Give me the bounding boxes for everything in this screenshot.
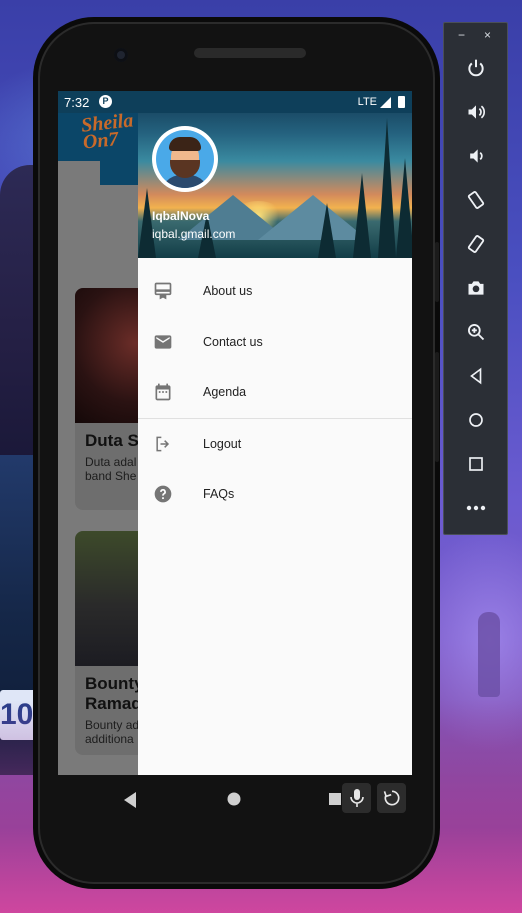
home-button[interactable] xyxy=(444,400,507,440)
earpiece-speaker xyxy=(194,48,306,58)
avatar-image xyxy=(156,130,214,188)
mic-button[interactable] xyxy=(342,783,371,813)
mic-icon xyxy=(349,789,364,807)
close-button[interactable]: × xyxy=(484,28,491,42)
phone-frame: 7:32 P LTE Sheila On7 Duta S Duta adal b… xyxy=(38,22,439,884)
rotate-icon xyxy=(383,790,400,806)
device-screen: 7:32 P LTE Sheila On7 Duta S Duta adal b… xyxy=(58,91,412,775)
network-label: LTE xyxy=(357,96,377,108)
rotate-suggestion-button[interactable] xyxy=(377,783,406,813)
menu-item-label: FAQs xyxy=(203,487,235,502)
front-camera xyxy=(114,48,128,62)
more-icon xyxy=(466,505,485,511)
volume-down-button[interactable] xyxy=(444,136,507,176)
user-email: iqbal.gmail.com xyxy=(152,227,236,241)
header-tree xyxy=(378,118,396,258)
battery-icon xyxy=(398,96,405,108)
header-tree xyxy=(318,203,336,258)
signal-icon xyxy=(380,97,391,108)
help-icon xyxy=(152,483,174,505)
nav-back-icon[interactable] xyxy=(122,791,138,809)
zoom-button[interactable] xyxy=(444,312,507,352)
screenshot-button[interactable] xyxy=(444,268,507,308)
header-mountain xyxy=(258,195,368,240)
drawer-header: IqbalNova iqbal.gmail.com xyxy=(138,91,412,258)
zoom-icon xyxy=(467,324,484,341)
background-figure xyxy=(478,612,500,697)
menu-item-faqs[interactable]: FAQs xyxy=(138,469,412,520)
menu-item-label: Contact us xyxy=(203,334,263,349)
rotate-right-button[interactable] xyxy=(444,224,507,264)
header-tree xyxy=(396,158,412,258)
nav-home-icon[interactable] xyxy=(227,792,241,806)
card-membership-icon xyxy=(152,280,174,302)
power-icon xyxy=(467,59,484,77)
status-time: 7:32 xyxy=(64,95,90,110)
avatar[interactable] xyxy=(152,126,218,192)
back-button[interactable] xyxy=(444,356,507,396)
android-nav-bar xyxy=(58,775,412,825)
overview-button[interactable] xyxy=(444,444,507,484)
home-icon xyxy=(468,413,483,427)
phone-side-button xyxy=(435,242,439,302)
menu-item-agenda[interactable]: Agenda xyxy=(138,367,412,418)
notification-icon: P xyxy=(99,95,112,108)
phone-volume-button xyxy=(435,352,439,462)
emulator-titlebar: − × xyxy=(444,23,507,49)
menu-item-contact-us[interactable]: Contact us xyxy=(138,317,412,368)
overview-icon xyxy=(468,457,483,471)
navigation-drawer: IqbalNova iqbal.gmail.com About us Conta… xyxy=(138,91,412,775)
user-name: IqbalNova xyxy=(152,209,210,223)
status-bar: 7:32 P LTE xyxy=(58,91,412,113)
camera-icon xyxy=(468,281,483,295)
emulator-toolbar: − × xyxy=(443,22,508,535)
header-tree xyxy=(353,173,371,258)
back-icon xyxy=(469,367,481,385)
app-header-tab xyxy=(100,161,140,185)
drawer-menu: About us Contact us Agenda Logout FAQs xyxy=(138,266,412,520)
menu-item-label: About us xyxy=(203,284,253,299)
menu-item-about-us[interactable]: About us xyxy=(138,266,412,317)
header-tree xyxy=(138,188,156,258)
mail-icon xyxy=(152,331,174,353)
more-button[interactable] xyxy=(444,488,507,528)
rotate-left-button[interactable] xyxy=(444,180,507,220)
logout-icon xyxy=(152,433,174,455)
menu-item-label: Agenda xyxy=(203,385,247,400)
nav-recents-icon[interactable] xyxy=(329,793,341,805)
app-logo: Sheila On7 xyxy=(80,109,135,154)
volume-down-icon xyxy=(469,149,483,163)
volume-up-button[interactable] xyxy=(444,92,507,132)
power-button[interactable] xyxy=(444,48,507,88)
calendar-icon xyxy=(152,381,174,403)
minimize-button[interactable]: − xyxy=(458,28,465,42)
rotate-left-icon xyxy=(467,191,484,209)
volume-up-icon xyxy=(468,105,485,119)
menu-item-label: Logout xyxy=(203,436,242,451)
menu-item-logout[interactable]: Logout xyxy=(138,419,412,470)
rotate-right-icon xyxy=(467,235,484,253)
